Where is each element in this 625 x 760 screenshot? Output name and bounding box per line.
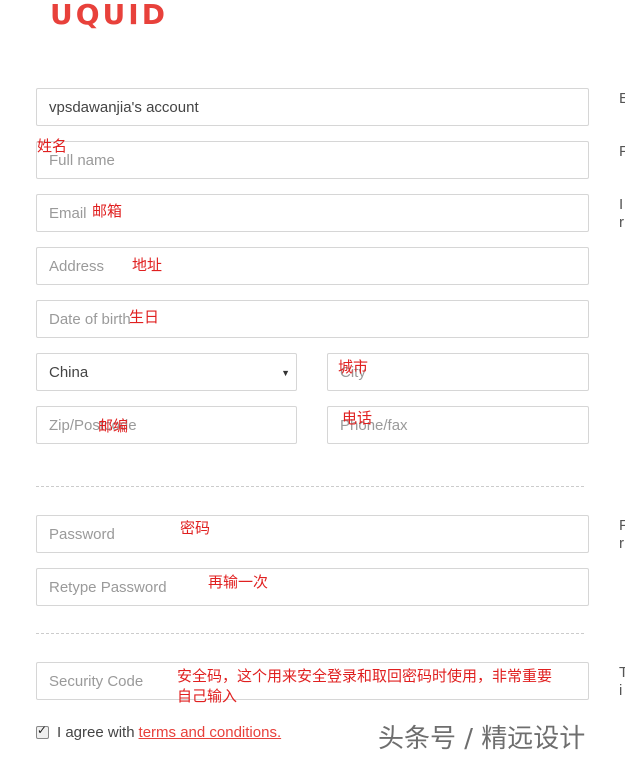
side-hint-password-1: F <box>619 517 625 534</box>
zip-postcode-input[interactable]: Zip/Postcode <box>36 406 297 444</box>
retype-password-input[interactable]: Retype Password <box>36 568 589 606</box>
country-select[interactable]: China ▼ <box>36 353 297 391</box>
zip-annotation: 邮编 <box>98 417 129 435</box>
agree-text: I agree with <box>57 724 135 741</box>
side-hint-account: E <box>619 90 625 107</box>
full-name-input[interactable]: Full name <box>36 141 589 179</box>
password-placeholder: Password <box>49 526 115 543</box>
terms-link[interactable]: terms and conditions. <box>139 724 282 741</box>
dob-placeholder: Date of birth <box>49 311 131 328</box>
email-annotation: 邮箱 <box>92 202 123 220</box>
security-placeholder: Security Code <box>49 673 144 690</box>
chevron-down-icon: ▼ <box>281 368 290 378</box>
phone-annotation: 电话 <box>342 409 373 427</box>
section-divider <box>36 486 584 487</box>
retype-annotation: 再输一次 <box>208 573 269 591</box>
security-annotation-line1: 安全码，这个用来安全登录和取回密码时使用，非常重要 <box>177 667 553 685</box>
country-selected-value: China <box>49 364 89 381</box>
account-value: vpsdawanjia's account <box>49 99 199 116</box>
address-placeholder: Address <box>49 258 105 275</box>
section-divider-2 <box>36 633 584 634</box>
watermark: 头条号 / 精远设计 <box>378 724 586 754</box>
city-annotation: 城市 <box>338 358 369 376</box>
account-field[interactable]: vpsdawanjia's account <box>36 88 589 126</box>
dob-annotation: 生日 <box>129 308 160 326</box>
retype-placeholder: Retype Password <box>49 579 167 596</box>
side-hint-password-2: r <box>619 535 624 552</box>
agree-checkbox[interactable] <box>36 723 49 739</box>
side-hint-name: F <box>619 143 625 160</box>
date-of-birth-input[interactable]: Date of birth <box>36 300 589 338</box>
address-annotation: 地址 <box>132 256 163 274</box>
side-hint-security-1: T <box>619 664 625 681</box>
password-input[interactable]: Password <box>36 515 589 553</box>
uquid-logo: UQUID <box>50 0 168 31</box>
email-placeholder: Email <box>49 205 87 222</box>
terms-agreement: I agree with terms and conditions. <box>36 723 282 741</box>
side-hint-email-2: r <box>619 214 624 231</box>
password-annotation: 密码 <box>180 519 211 537</box>
address-input[interactable]: Address <box>36 247 589 285</box>
side-hint-email-1: I <box>619 196 624 213</box>
side-hint-security-2: i <box>619 682 623 699</box>
security-annotation-line2: 自己输入 <box>177 687 238 705</box>
full-name-annotation: 姓名 <box>37 137 68 155</box>
